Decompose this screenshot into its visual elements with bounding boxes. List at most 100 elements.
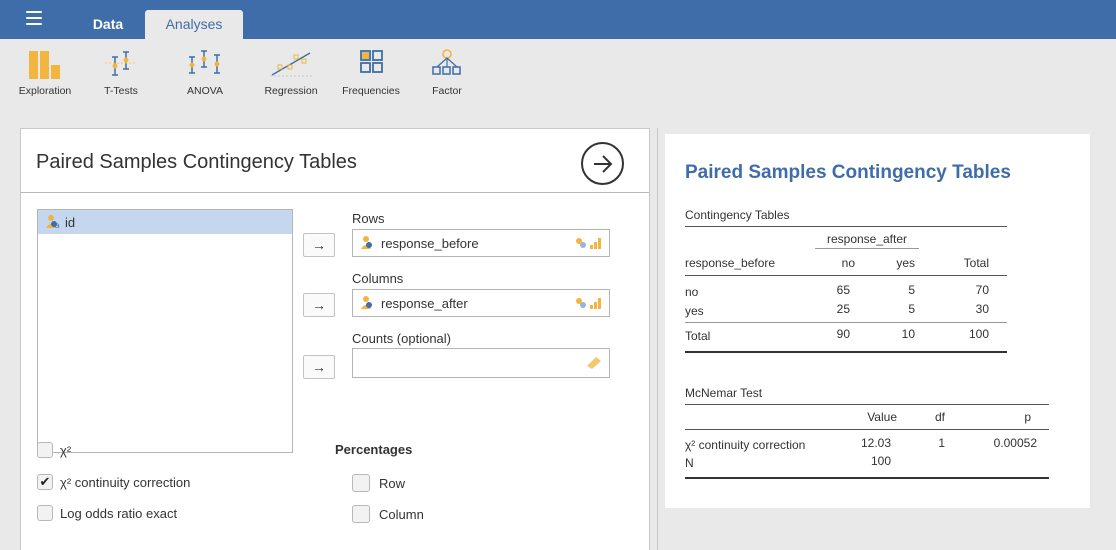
results-panel: Paired Samples Contingency Tables Contin… bbox=[665, 134, 1090, 508]
ribbon-label: Regression bbox=[264, 85, 318, 97]
log-odds-ratio-checkbox[interactable]: Log odds ratio exact bbox=[37, 505, 177, 521]
tab-data[interactable]: Data bbox=[82, 10, 134, 39]
variable-type-icons bbox=[586, 356, 602, 370]
ribbon-factor-button[interactable]: Factor bbox=[422, 47, 472, 113]
spanner-header: response_after bbox=[826, 232, 908, 246]
contingency-table-title: Contingency Tables bbox=[685, 208, 790, 222]
row-label: yes bbox=[685, 304, 704, 318]
spanner-rule bbox=[815, 248, 919, 249]
row-label: no bbox=[685, 285, 699, 299]
variable-type-icons bbox=[574, 237, 602, 249]
table-cell: 1 bbox=[938, 436, 945, 450]
checkbox-label: χ² continuity correction bbox=[60, 474, 191, 490]
nominal-type-icon bbox=[576, 298, 586, 308]
checkbox-box[interactable]: ✔ bbox=[37, 474, 53, 490]
table-cell: 100 bbox=[968, 327, 989, 341]
counts-target-box[interactable] bbox=[352, 348, 610, 378]
ribbon-frequencies-button[interactable]: Frequencies bbox=[336, 47, 406, 113]
column-header: df bbox=[934, 410, 945, 424]
variable-item[interactable]: a id bbox=[38, 210, 292, 234]
table-cell: 10 bbox=[901, 327, 915, 341]
regression-icon bbox=[270, 52, 312, 77]
checkbox-label: Row bbox=[379, 475, 406, 491]
row-label: N bbox=[685, 456, 694, 470]
table-cell: 65 bbox=[836, 283, 850, 297]
chi-squared-continuity-checkbox[interactable]: ✔ χ² continuity correction bbox=[37, 474, 190, 490]
results-title: Paired Samples Contingency Tables bbox=[685, 162, 1011, 183]
options-divider bbox=[21, 192, 649, 193]
column-header: yes bbox=[896, 256, 915, 270]
table-cell: 100 bbox=[870, 454, 891, 468]
rows-target-box[interactable]: response_before bbox=[352, 229, 610, 257]
table-cell: 30 bbox=[975, 302, 989, 316]
row-label: χ² continuity correction bbox=[685, 438, 806, 452]
checkbox-label: Log odds ratio exact bbox=[60, 505, 178, 521]
analysis-options-panel: Paired Samples Contingency Tables a id →… bbox=[20, 128, 650, 550]
variable-type-icons bbox=[574, 297, 602, 309]
chi-squared-checkbox[interactable]: χ² bbox=[37, 442, 71, 458]
checkbox-box[interactable] bbox=[352, 474, 370, 492]
ruler-icon bbox=[587, 357, 601, 369]
table-rule bbox=[685, 429, 1049, 430]
ribbon-anova-button[interactable]: ANOVA bbox=[180, 47, 230, 113]
hamburger-menu-icon[interactable] bbox=[26, 11, 42, 25]
table-cell: 0.00052 bbox=[993, 436, 1037, 450]
columns-label: Columns bbox=[352, 271, 404, 286]
ribbon-label: Factor bbox=[432, 85, 462, 97]
column-header: no bbox=[841, 256, 855, 270]
counts-label: Counts (optional) bbox=[352, 331, 451, 346]
panel-splitter[interactable] bbox=[657, 128, 658, 550]
bar-chart-icon bbox=[29, 51, 60, 79]
checkbox-box[interactable] bbox=[352, 505, 370, 523]
ribbon-label: Frequencies bbox=[342, 85, 400, 97]
move-to-columns-button[interactable]: → bbox=[303, 293, 335, 317]
table-cell: 70 bbox=[975, 283, 989, 297]
table-cell: 25 bbox=[836, 302, 850, 316]
factor-icon bbox=[432, 49, 461, 75]
column-percentage-checkbox[interactable]: Column bbox=[352, 505, 424, 523]
columns-target-box[interactable]: response_after bbox=[352, 289, 610, 317]
table-cell: 5 bbox=[908, 302, 915, 316]
arrow-right-icon bbox=[594, 155, 613, 173]
ribbon-t-tests-button[interactable]: T-Tests bbox=[96, 47, 146, 113]
ribbon-label: Exploration bbox=[18, 85, 72, 97]
checkbox-box[interactable] bbox=[37, 442, 53, 458]
checkbox-box[interactable] bbox=[37, 505, 53, 521]
table-cell: 90 bbox=[836, 327, 850, 341]
top-bar: Data Analyses bbox=[0, 0, 1116, 39]
row-percentage-checkbox[interactable]: Row bbox=[352, 474, 405, 492]
total-row-label: Total bbox=[685, 329, 711, 343]
rows-label: Rows bbox=[352, 211, 385, 226]
frequencies-icon bbox=[360, 50, 383, 73]
ribbon-label: T-Tests bbox=[104, 85, 138, 97]
run-analysis-button[interactable] bbox=[581, 142, 624, 185]
available-variables-list[interactable]: a id bbox=[37, 209, 293, 453]
svg-text:a: a bbox=[55, 221, 60, 230]
variable-name: id bbox=[65, 214, 76, 230]
ribbon-exploration-button[interactable]: Exploration bbox=[10, 47, 80, 113]
move-to-rows-button[interactable]: → bbox=[303, 233, 335, 257]
options-title: Paired Samples Contingency Tables bbox=[36, 151, 357, 173]
mcnemar-table-title: McNemar Test bbox=[685, 386, 763, 400]
table-rule bbox=[685, 226, 1007, 227]
analyses-ribbon: Exploration T-Tests ANOVA Regression Fre… bbox=[0, 39, 1116, 117]
column-header: p bbox=[1024, 410, 1031, 424]
table-rule bbox=[685, 275, 1007, 276]
anova-icon bbox=[189, 50, 220, 74]
nominal-type-icon bbox=[576, 238, 586, 248]
percentages-heading: Percentages bbox=[335, 442, 413, 457]
rows-variable: response_before bbox=[381, 235, 479, 251]
ribbon-regression-button[interactable]: Regression bbox=[256, 47, 326, 113]
move-to-counts-button[interactable]: → bbox=[303, 355, 335, 379]
table-rule bbox=[685, 351, 1007, 353]
nominal-variable-icon bbox=[361, 296, 372, 309]
tab-analyses[interactable]: Analyses bbox=[145, 10, 243, 39]
ribbon-label: ANOVA bbox=[187, 85, 223, 97]
continuous-type-icon bbox=[590, 238, 601, 249]
checkbox-label: Column bbox=[379, 506, 424, 522]
table-rule bbox=[685, 477, 1049, 479]
column-header: Total bbox=[963, 256, 989, 270]
table-cell: 12.03 bbox=[860, 436, 891, 450]
checkbox-label: χ² bbox=[60, 442, 72, 458]
columns-variable: response_after bbox=[381, 295, 468, 311]
